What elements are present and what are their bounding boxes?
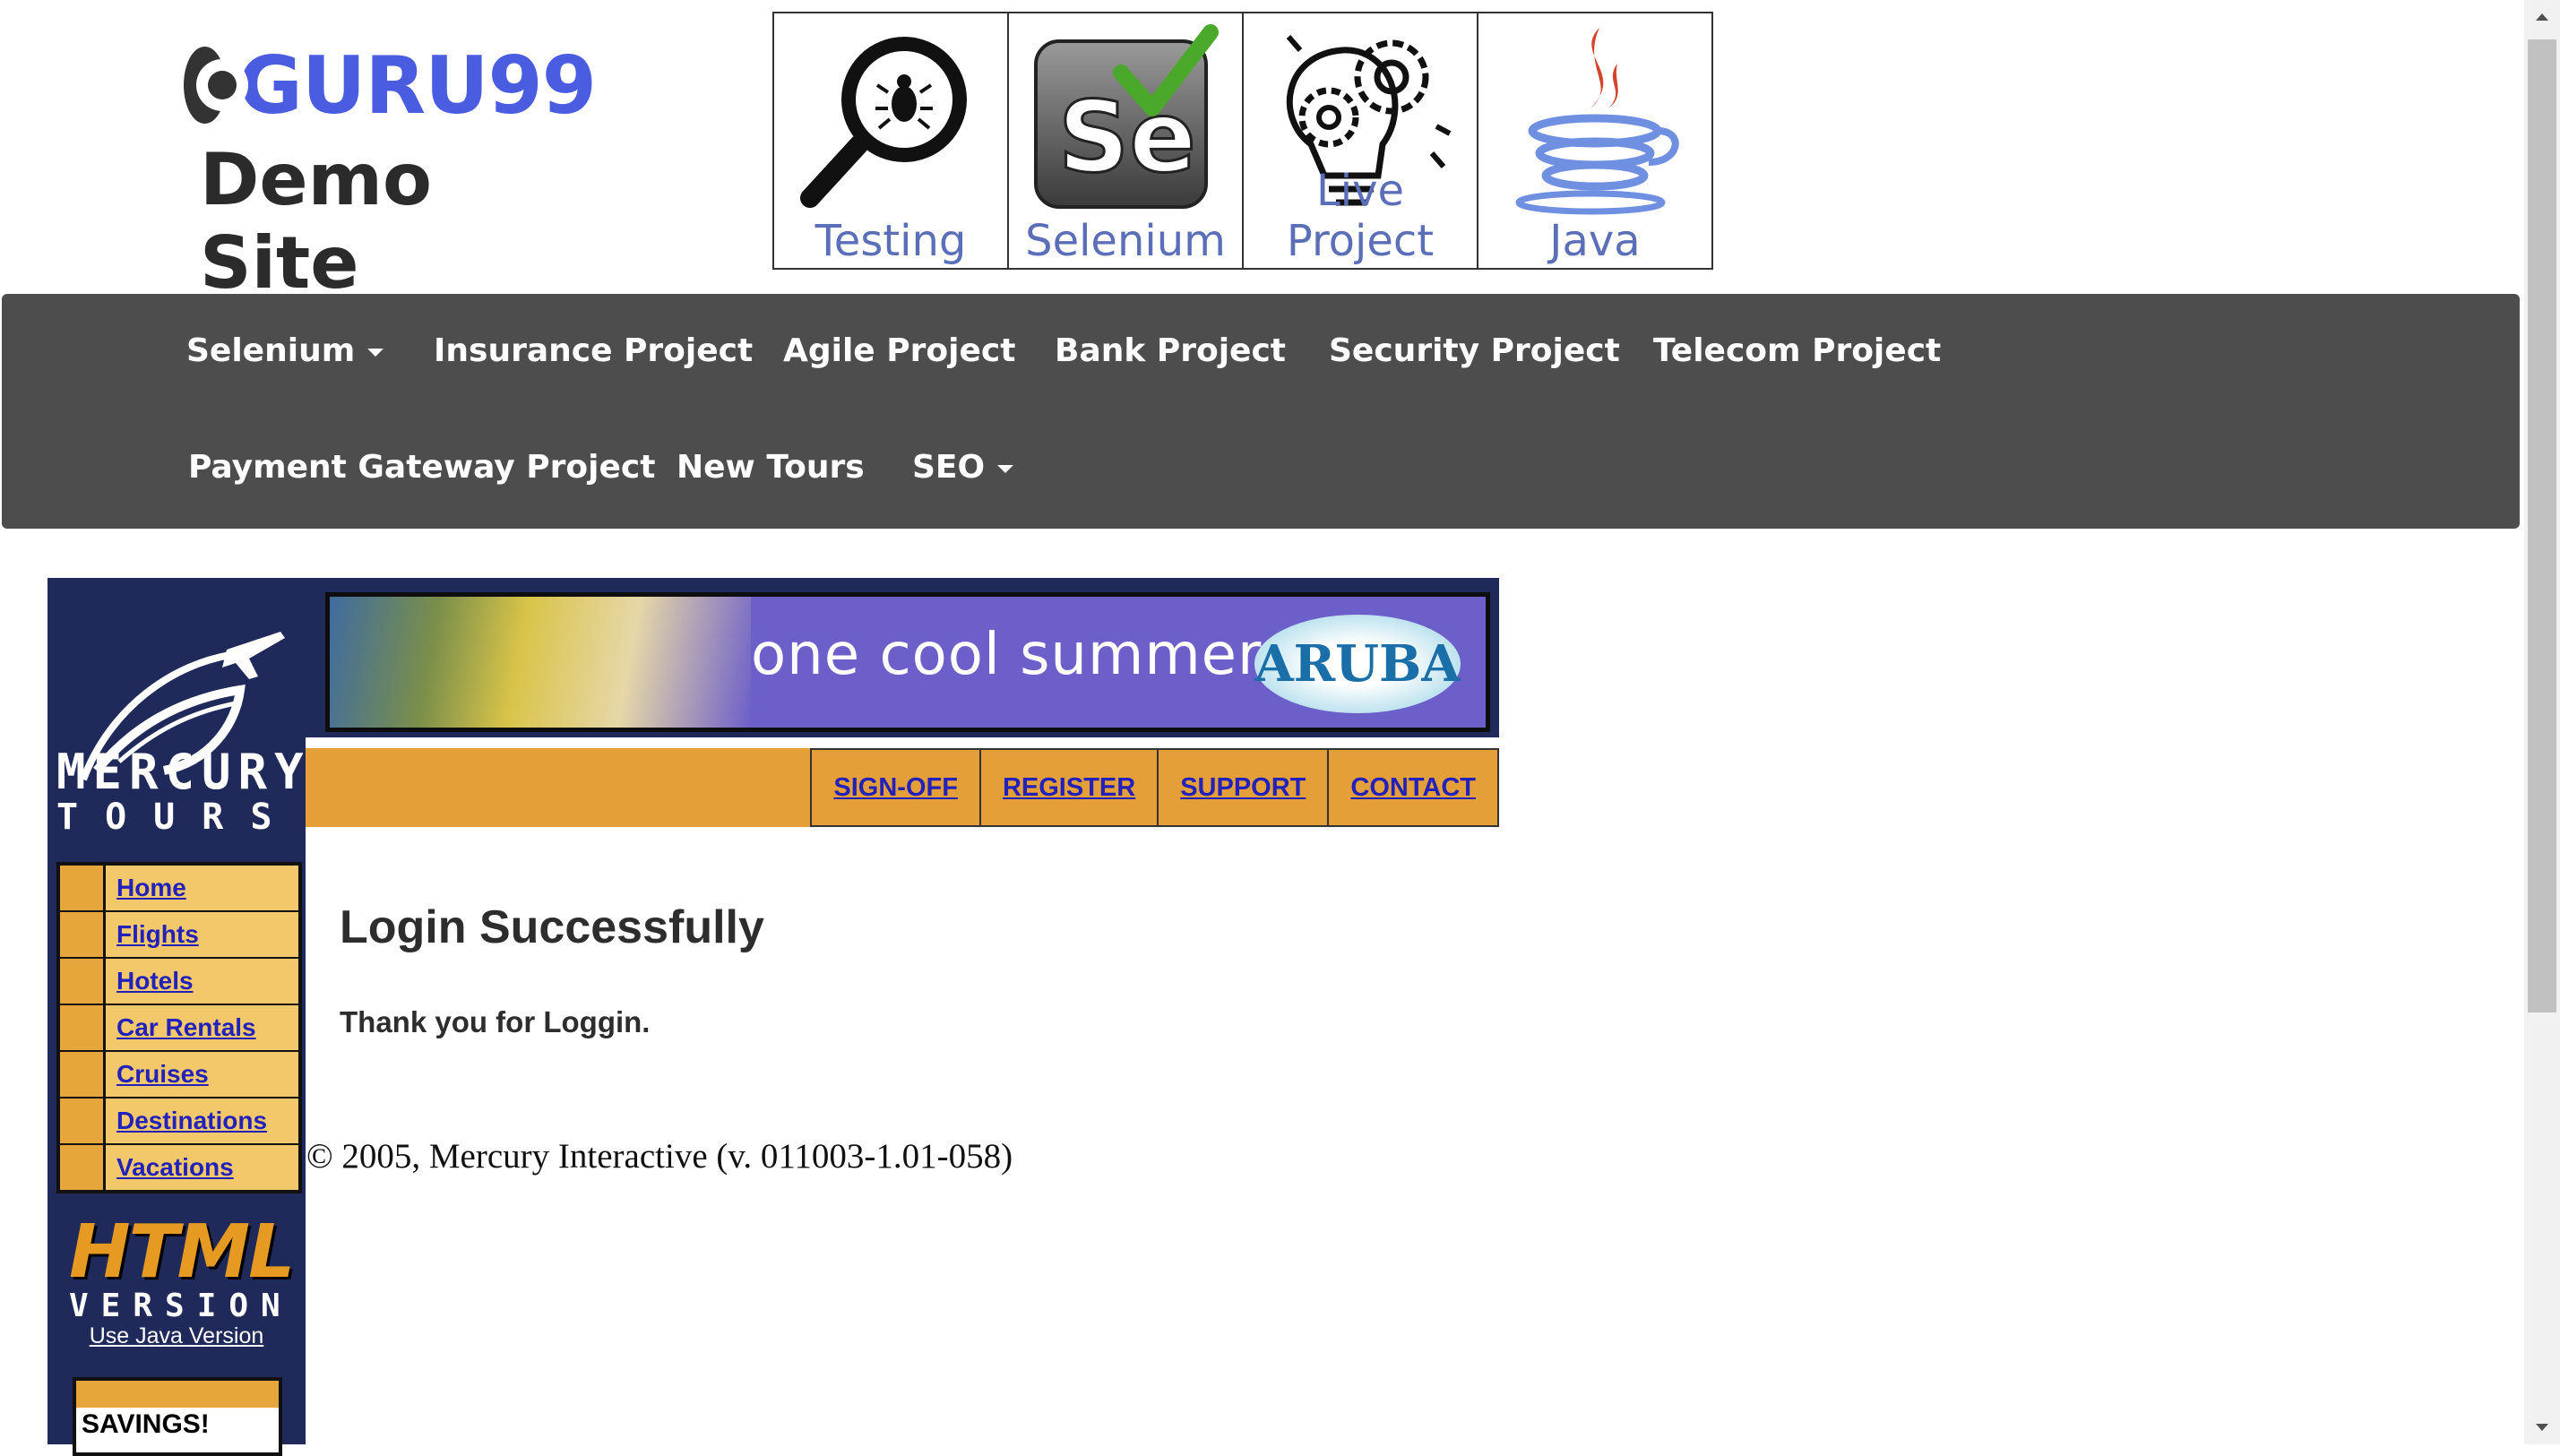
main-navbar: Selenium Insurance Project Agile Project… bbox=[2, 294, 2520, 529]
tile-live-project[interactable]: Live Project bbox=[1244, 13, 1478, 268]
nav-bank-project[interactable]: Bank Project bbox=[1055, 332, 1286, 369]
side-menu-row-cruises: Cruises bbox=[60, 1052, 298, 1098]
side-menu-row-flights: Flights bbox=[60, 912, 298, 959]
side-link-car-rentals[interactable]: Car Rentals bbox=[106, 1005, 298, 1050]
sign-off-link[interactable]: SIGN-OFF bbox=[810, 748, 979, 827]
vertical-scrollbar[interactable] bbox=[2524, 0, 2560, 1444]
scroll-down-arrow-icon[interactable] bbox=[2536, 1424, 2548, 1431]
side-menu-row-destinations: Destinations bbox=[60, 1098, 298, 1145]
nav-insurance-project[interactable]: Insurance Project bbox=[434, 332, 753, 369]
side-menu-bullet bbox=[60, 1005, 106, 1050]
course-tiles: Testing Se Selenium Live Project Java bbox=[772, 12, 1713, 270]
guru99-logo-icon bbox=[184, 47, 248, 124]
side-menu-bullet bbox=[60, 1145, 106, 1190]
side-menu-row-hotels: Hotels bbox=[60, 959, 298, 1005]
use-java-version-link[interactable]: Use Java Version bbox=[47, 1323, 306, 1349]
support-link[interactable]: SUPPORT bbox=[1157, 748, 1328, 827]
savings-ad-panel: SAVINGS! bbox=[76, 1408, 279, 1452]
side-menu-row-home: Home bbox=[60, 866, 298, 912]
side-link-vacations[interactable]: Vacations bbox=[106, 1145, 298, 1190]
tile-testing[interactable]: Testing bbox=[774, 13, 1009, 268]
html-version-logo: HTML VERSION bbox=[69, 1210, 295, 1324]
side-menu-bullet bbox=[60, 866, 106, 910]
selenium-se-icon: Se bbox=[1034, 24, 1219, 209]
side-menu-row-vacations: Vacations bbox=[60, 1145, 298, 1190]
tile-selenium[interactable]: Se Selenium bbox=[1009, 13, 1244, 268]
aruba-badge: ARUBA bbox=[1254, 615, 1461, 713]
scroll-up-arrow-icon[interactable] bbox=[2536, 13, 2548, 21]
top-link-bar: SIGN-OFF REGISTER SUPPORT CONTACT bbox=[306, 748, 1499, 827]
nav-selenium[interactable]: Selenium bbox=[186, 332, 384, 369]
nav-security-project[interactable]: Security Project bbox=[1329, 332, 1620, 369]
top-links: SIGN-OFF REGISTER SUPPORT CONTACT bbox=[810, 748, 1499, 827]
tile-label-live-project: Live Project bbox=[1286, 166, 1435, 266]
success-message: Thank you for Loggin. bbox=[340, 1005, 651, 1038]
java-cup-icon bbox=[1515, 28, 1679, 215]
tile-label-selenium: Selenium bbox=[1025, 216, 1226, 266]
logo-text: GURU99 bbox=[237, 39, 597, 132]
contact-link[interactable]: CONTACT bbox=[1327, 748, 1499, 827]
side-link-destinations[interactable]: Destinations bbox=[106, 1098, 298, 1143]
mercury-tours-frame: MERCURY TOURS Home Flights Hotels Car Re… bbox=[47, 578, 1499, 1456]
side-menu: Home Flights Hotels Car Rentals Cruises … bbox=[56, 862, 302, 1193]
nav-seo[interactable]: SEO bbox=[912, 449, 1014, 486]
svg-text:Se: Se bbox=[1058, 80, 1196, 194]
tile-java[interactable]: Java bbox=[1478, 13, 1711, 268]
side-link-hotels[interactable]: Hotels bbox=[106, 959, 298, 1004]
aruba-banner-ad[interactable]: one cool summer ARUBA bbox=[325, 592, 1490, 732]
nav-payment-gateway-project[interactable]: Payment Gateway Project bbox=[188, 449, 655, 486]
side-menu-bullet bbox=[60, 1052, 106, 1097]
chevron-down-icon bbox=[367, 348, 384, 357]
magnifier-bug-icon bbox=[800, 37, 967, 208]
banner-photo bbox=[330, 597, 751, 728]
copyright-text: © 2005, Mercury Interactive (v. 011003-1… bbox=[306, 1137, 1013, 1176]
side-menu-row-car-rentals: Car Rentals bbox=[60, 1005, 298, 1052]
side-link-flights[interactable]: Flights bbox=[106, 912, 298, 957]
nav-new-tours[interactable]: New Tours bbox=[677, 449, 865, 486]
guru99-logo[interactable]: GURU99 Demo Site bbox=[184, 36, 597, 305]
page-title: Login Successfully bbox=[340, 901, 764, 953]
tile-label-testing: Testing bbox=[815, 216, 967, 266]
site-subtitle: Demo Site bbox=[200, 138, 432, 305]
side-menu-bullet bbox=[60, 1098, 106, 1143]
register-link[interactable]: REGISTER bbox=[978, 748, 1158, 827]
side-menu-bullet bbox=[60, 912, 106, 957]
nav-agile-project[interactable]: Agile Project bbox=[783, 332, 1015, 369]
mercury-wordmark: MERCURY TOURS bbox=[56, 744, 311, 838]
mercury-sidebar: MERCURY TOURS Home Flights Hotels Car Re… bbox=[47, 578, 311, 1456]
side-link-cruises[interactable]: Cruises bbox=[106, 1052, 298, 1097]
nav-telecom-project[interactable]: Telecom Project bbox=[1653, 332, 1941, 369]
chevron-down-icon bbox=[997, 464, 1014, 473]
banner-text: one cool summer bbox=[751, 622, 1263, 688]
side-link-home[interactable]: Home bbox=[106, 866, 298, 910]
side-menu-bullet bbox=[60, 959, 106, 1004]
scrollbar-thumb[interactable] bbox=[2528, 39, 2556, 1012]
tile-label-java: Java bbox=[1549, 216, 1641, 266]
